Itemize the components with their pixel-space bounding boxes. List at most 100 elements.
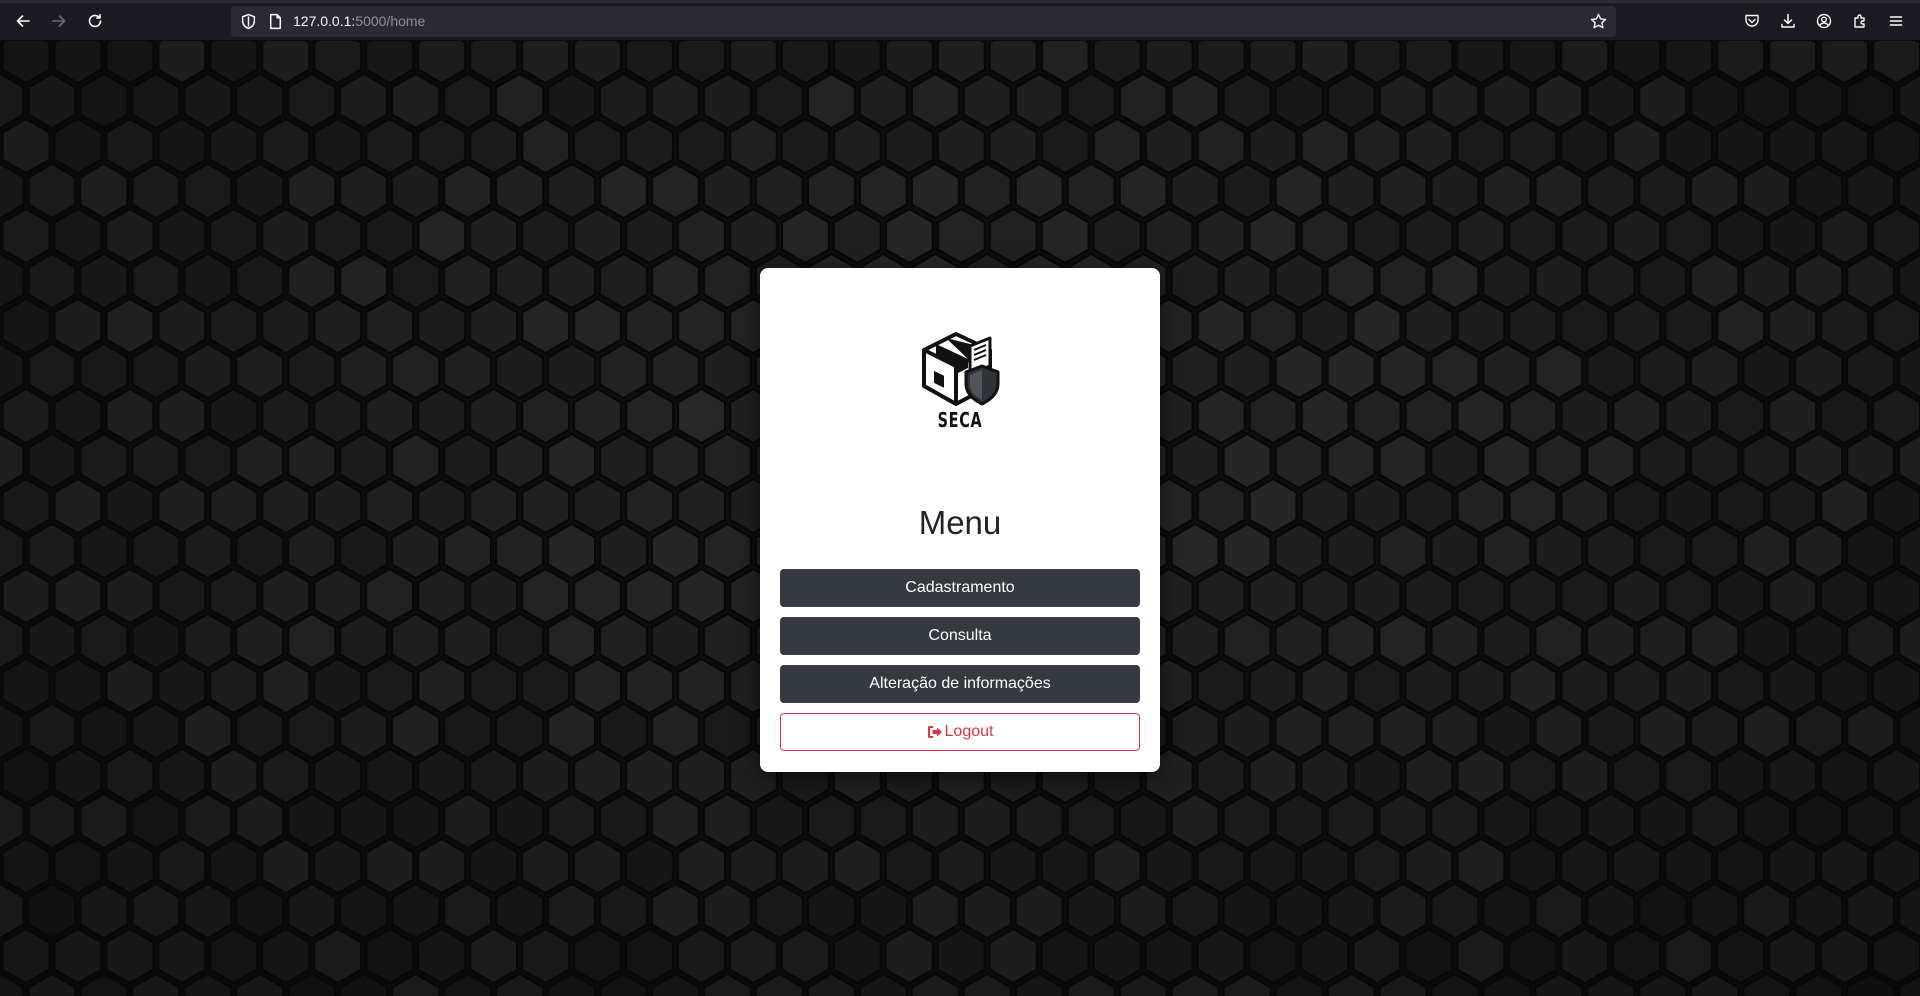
bookmark-star-icon[interactable] xyxy=(1590,13,1607,30)
hexagon-tile xyxy=(1586,702,1636,760)
hexagon-tile xyxy=(1456,837,1506,895)
hexagon-tile xyxy=(1,927,51,985)
hexagon-tile xyxy=(1768,657,1818,715)
hexagon-tile xyxy=(1612,117,1662,175)
hexagon-tile xyxy=(1170,252,1220,310)
hexagon-tile xyxy=(573,477,622,535)
page-info-icon[interactable] xyxy=(267,13,284,30)
hexagon-tile xyxy=(1820,657,1869,715)
hexagon-tile xyxy=(1326,72,1376,130)
tracking-protection-shield-icon[interactable] xyxy=(240,13,257,30)
hexagon-tile xyxy=(1768,927,1818,985)
hexagon-tile xyxy=(391,612,441,670)
hamburger-menu-icon[interactable] xyxy=(1883,8,1909,34)
hexagon-tile xyxy=(1066,162,1116,220)
hexagon-tile xyxy=(1898,254,1920,308)
hexagon-tile xyxy=(183,72,233,130)
hexagon-tile xyxy=(261,837,311,895)
logout-button[interactable]: Logout xyxy=(780,713,1140,751)
extensions-icon[interactable] xyxy=(1847,8,1873,34)
hexagon-tile xyxy=(1794,162,1843,220)
hexagon-tile xyxy=(1,387,51,445)
hexagon-tile xyxy=(469,207,518,265)
hexagon-tile xyxy=(1664,477,1714,535)
hexagon-tile xyxy=(729,117,778,175)
hexagon-tile xyxy=(1690,252,1740,310)
hexagon-tile xyxy=(131,522,181,580)
hexagon-tile xyxy=(1352,567,1402,625)
back-arrow-icon[interactable] xyxy=(10,8,36,34)
hexagon-tile xyxy=(1,837,51,895)
cadastramento-button[interactable]: Cadastramento xyxy=(780,569,1140,607)
account-icon[interactable] xyxy=(1811,8,1837,34)
hexagon-tile xyxy=(1430,792,1480,850)
forward-arrow-icon[interactable] xyxy=(46,8,72,34)
hexagon-tile xyxy=(703,342,752,400)
hexagon-tile xyxy=(469,747,518,805)
url-bar[interactable]: 127.0.0.1:5000/home xyxy=(231,6,1616,37)
pocket-icon[interactable] xyxy=(1739,8,1765,34)
hexagon-tile xyxy=(781,117,830,175)
consulta-button[interactable]: Consulta xyxy=(780,617,1140,655)
hexagon-tile xyxy=(131,72,181,130)
hexagon-tile xyxy=(1,297,51,355)
hexagon-tile xyxy=(1430,522,1480,580)
hexagon-tile xyxy=(1690,612,1740,670)
reload-icon[interactable] xyxy=(82,8,108,34)
hexagon-tile xyxy=(1222,72,1272,130)
hexagon-tile xyxy=(1742,342,1792,400)
alteracao-informacoes-button[interactable]: Alteração de informações xyxy=(780,665,1140,703)
hexagon-tile xyxy=(1222,792,1272,850)
downloads-icon[interactable] xyxy=(1775,8,1801,34)
url-path: 5000/home xyxy=(355,13,426,29)
hexagon-tile xyxy=(209,657,259,715)
url-text[interactable]: 127.0.0.1:5000/home xyxy=(293,13,425,30)
hexagon-tile xyxy=(807,162,856,220)
hexagon-tile xyxy=(988,41,1038,85)
hexagon-tile xyxy=(1612,747,1662,805)
hexagon-tile xyxy=(625,387,674,445)
hexagon-tile xyxy=(599,72,648,130)
hexagon-tile xyxy=(1534,792,1584,850)
hexagon-tile xyxy=(1,657,51,715)
hexagon-tile xyxy=(1872,927,1920,985)
hexagon-tile xyxy=(0,342,25,400)
hexagon-tile xyxy=(1820,927,1869,985)
hexagon-tile xyxy=(1690,72,1740,130)
hexagon-tile xyxy=(1456,117,1506,175)
hexagon-tile xyxy=(1352,837,1402,895)
hexagon-tile xyxy=(1196,927,1246,985)
hexagon-tile xyxy=(1872,117,1920,175)
hexagon-tile xyxy=(573,387,622,445)
hexagon-tile xyxy=(183,522,233,580)
hexagon-tile xyxy=(469,837,518,895)
hexagon-tile xyxy=(105,297,155,355)
hexagon-tile xyxy=(209,297,259,355)
hexagon-tile xyxy=(833,927,882,985)
hexagon-tile xyxy=(1560,387,1610,445)
hexagon-tile xyxy=(313,297,363,355)
hexagon-tile xyxy=(1378,72,1428,130)
hexagon-tile xyxy=(936,207,986,265)
page-title: Menu xyxy=(918,504,1002,541)
hexagon-tile xyxy=(105,837,155,895)
hexagon-tile xyxy=(0,252,25,310)
hexagon-tile xyxy=(1170,612,1220,670)
hexagon-tile xyxy=(261,477,311,535)
hexagon-tile xyxy=(547,432,596,490)
hexagon-tile xyxy=(651,522,700,580)
hexagon-tile xyxy=(1378,432,1428,490)
hexagon-tile xyxy=(573,567,622,625)
hexagon-tile xyxy=(495,252,544,310)
hexagon-tile xyxy=(469,41,518,85)
hexagon-tile xyxy=(469,297,518,355)
hexagon-tile xyxy=(417,117,467,175)
hexagon-tile xyxy=(339,612,389,670)
hexagon-tile xyxy=(1716,207,1766,265)
hexagon-tile xyxy=(1690,342,1740,400)
hexagon-tile xyxy=(1638,792,1688,850)
hexagon-tile xyxy=(157,387,207,445)
hexagon-tile xyxy=(859,882,908,940)
hexagon-tile xyxy=(573,837,622,895)
hexagon-tile xyxy=(1560,657,1610,715)
